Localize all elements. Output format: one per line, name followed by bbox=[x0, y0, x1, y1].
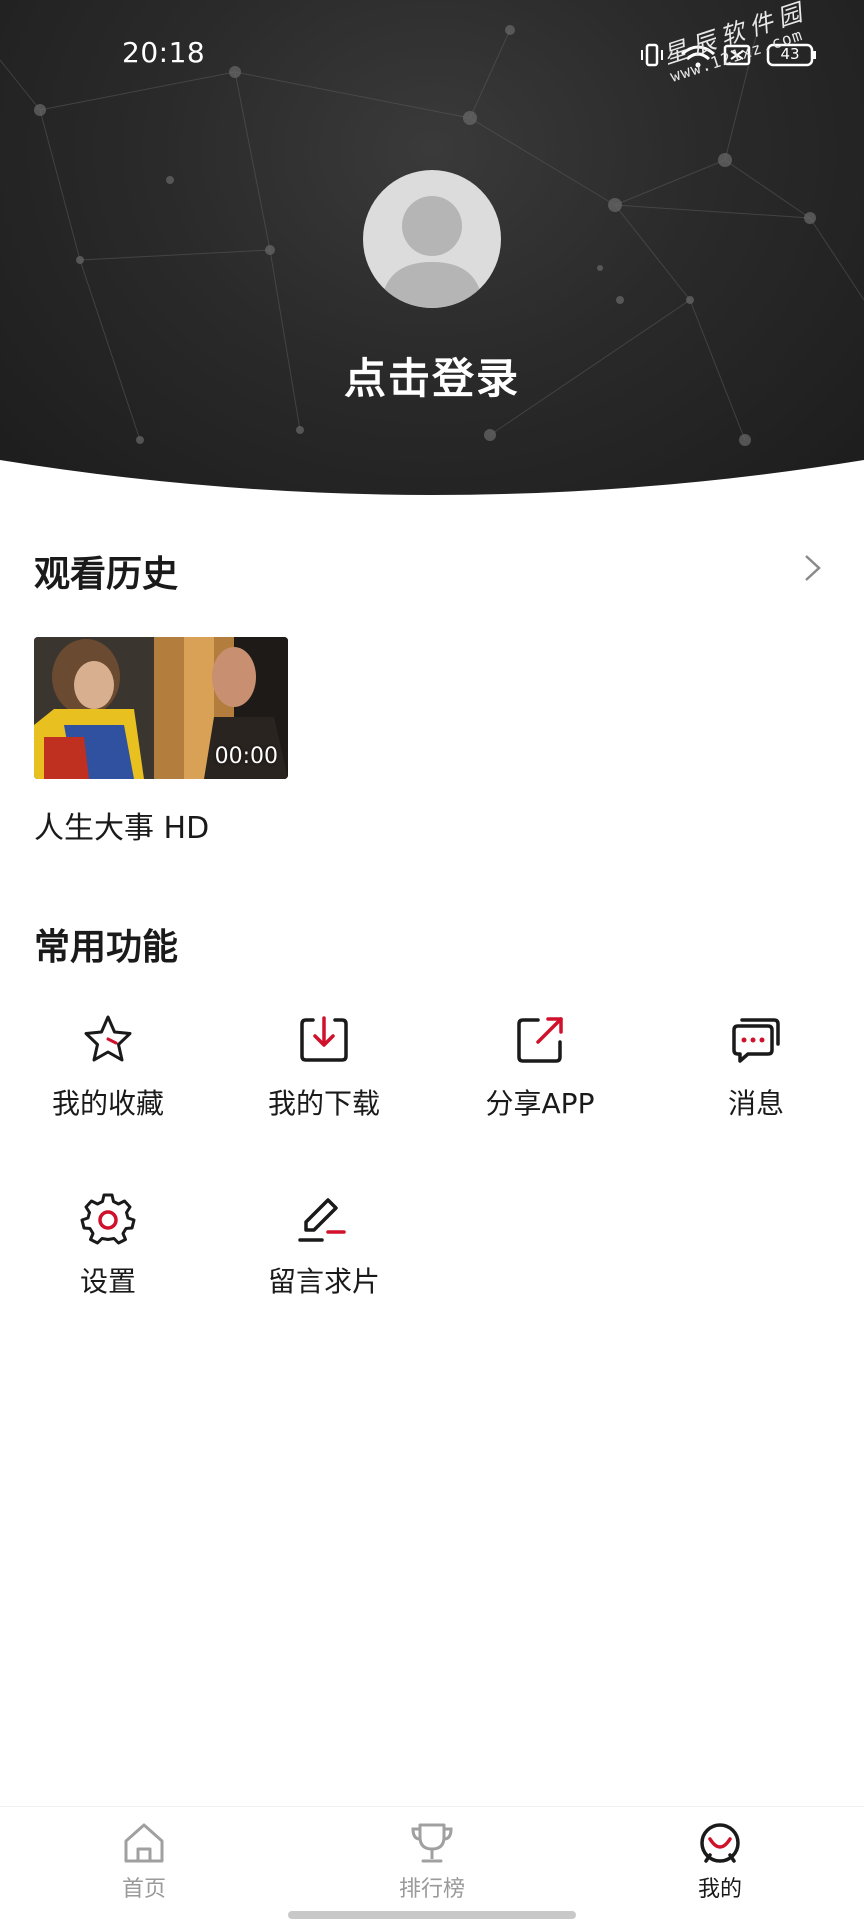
message-icon bbox=[732, 1018, 780, 1063]
feature-label: 分享APP bbox=[485, 1087, 595, 1120]
feature-request[interactable]: 留言求片 bbox=[216, 1190, 432, 1320]
features-title: 常用功能 bbox=[34, 927, 179, 968]
login-button[interactable]: 点击登录 bbox=[0, 345, 864, 406]
feature-label: 我的收藏 bbox=[51, 1087, 164, 1120]
user-placeholder-icon bbox=[381, 196, 483, 308]
nav-ranking[interactable]: 排行榜 bbox=[332, 1819, 532, 1903]
bottom-nav: 首页 排行榜 我的 bbox=[0, 1806, 864, 1920]
feature-label: 我的下载 bbox=[267, 1087, 380, 1120]
history-item-thumbnail[interactable]: 00:00 bbox=[34, 637, 288, 779]
status-time: 20:18 bbox=[122, 36, 206, 69]
header-curve bbox=[0, 460, 864, 500]
profile-page: 20:18 43 星辰软件园 www.121xz.com 点击登录 观看历史 0… bbox=[0, 0, 864, 1920]
chevron-right-icon[interactable] bbox=[798, 548, 828, 588]
feature-settings[interactable]: 设置 bbox=[0, 1190, 216, 1320]
feature-label: 留言求片 bbox=[267, 1265, 380, 1298]
gear-icon bbox=[80, 1193, 136, 1245]
feature-favorites[interactable]: 我的收藏 bbox=[0, 1012, 216, 1142]
nav-label: 排行榜 bbox=[398, 1877, 465, 1902]
nav-mine[interactable]: 我的 bbox=[620, 1819, 820, 1903]
history-title: 观看历史 bbox=[34, 554, 179, 595]
home-indicator bbox=[288, 1911, 576, 1919]
nav-home[interactable]: 首页 bbox=[44, 1819, 244, 1903]
feature-share[interactable]: 分享APP bbox=[432, 1012, 648, 1142]
history-item-duration: 00:00 bbox=[214, 744, 278, 769]
feature-downloads[interactable]: 我的下载 bbox=[216, 1012, 432, 1142]
home-icon bbox=[124, 1823, 164, 1863]
profile-header: 20:18 43 星辰软件园 www.121xz.com 点击登录 bbox=[0, 0, 864, 500]
share-icon bbox=[517, 1017, 563, 1063]
download-icon bbox=[300, 1016, 348, 1062]
vibrate-icon bbox=[641, 43, 663, 67]
trophy-icon bbox=[411, 1823, 453, 1863]
edit-icon bbox=[298, 1198, 346, 1242]
star-icon bbox=[84, 1015, 132, 1062]
profile-icon bbox=[700, 1823, 740, 1863]
feature-messages[interactable]: 消息 bbox=[648, 1012, 864, 1142]
feature-label: 消息 bbox=[727, 1087, 784, 1120]
history-item-title[interactable]: 人生大事 HD bbox=[34, 803, 209, 847]
avatar[interactable] bbox=[363, 170, 501, 308]
feature-label: 设置 bbox=[79, 1265, 136, 1298]
nav-label: 首页 bbox=[121, 1877, 166, 1902]
nav-label: 我的 bbox=[697, 1877, 742, 1902]
